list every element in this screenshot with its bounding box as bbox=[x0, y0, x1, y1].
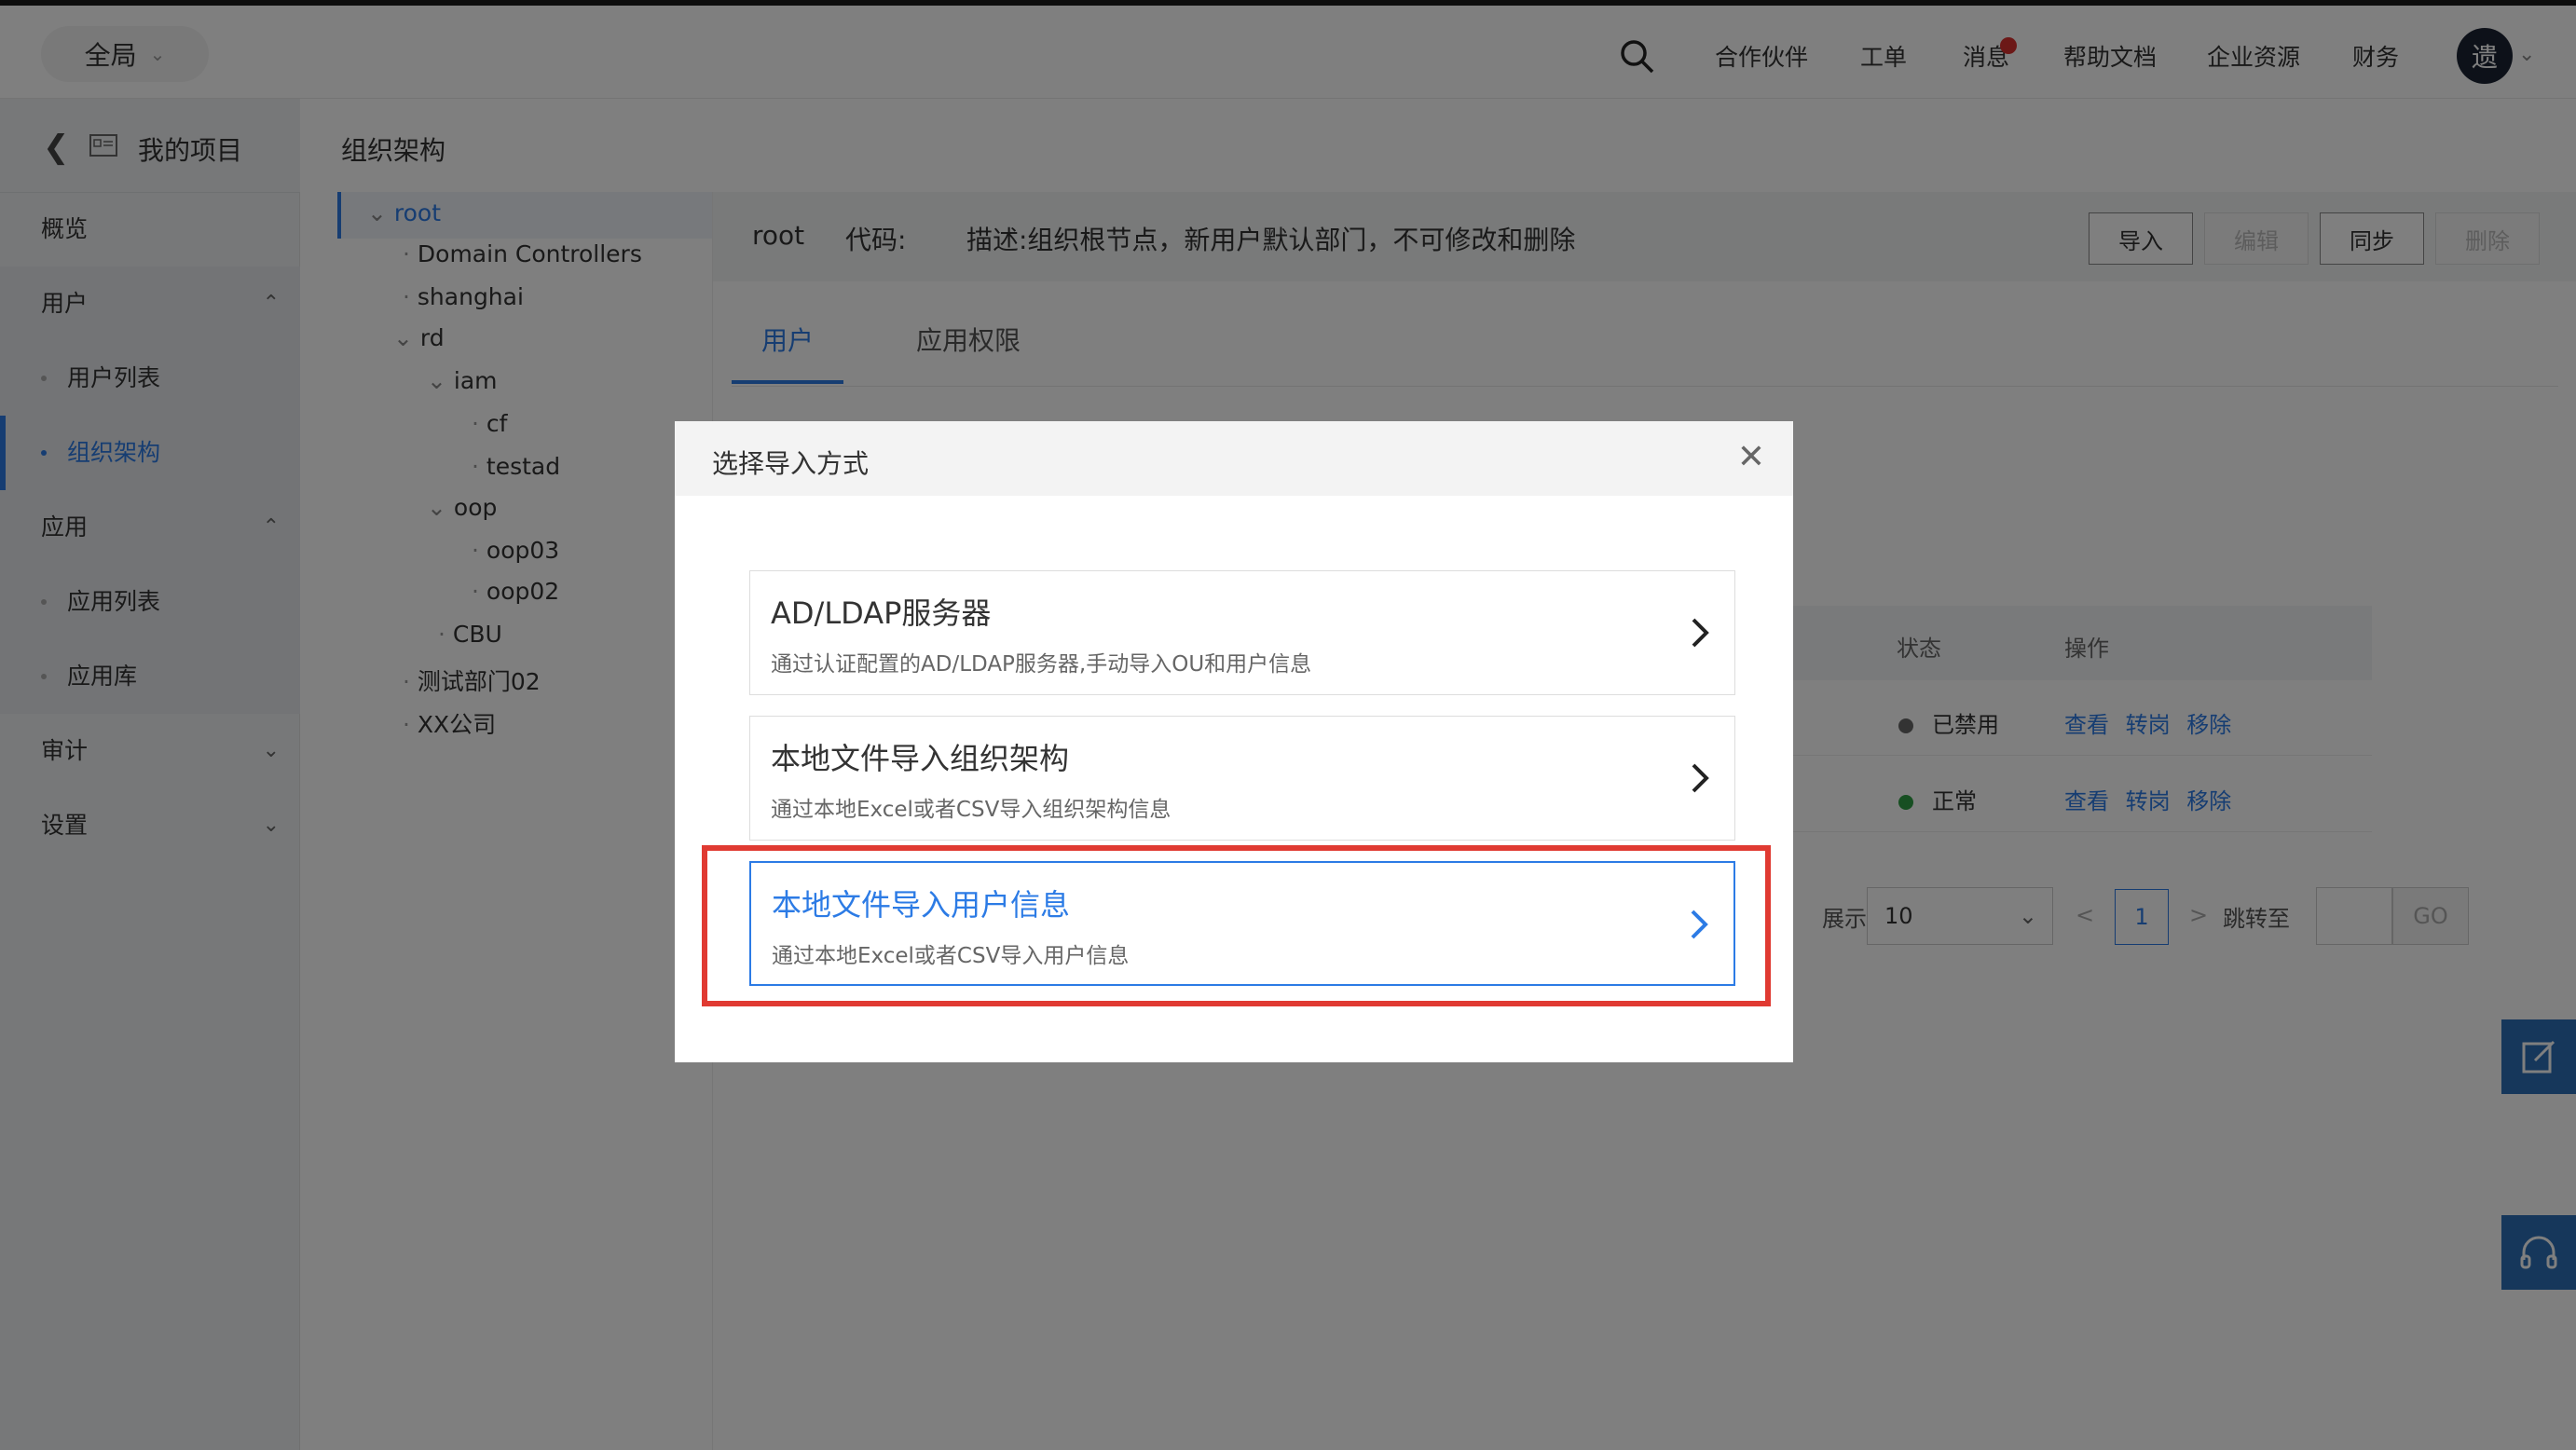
close-icon[interactable]: ✕ bbox=[1737, 438, 1765, 476]
dialog-header: 选择导入方式 ✕ bbox=[675, 421, 1793, 496]
annotation-highlight-box bbox=[702, 845, 1771, 1006]
chevron-right-icon bbox=[1692, 763, 1709, 793]
option-title: AD/LDAP服务器 bbox=[771, 595, 992, 631]
option-title: 本地文件导入组织架构 bbox=[771, 741, 1070, 776]
option-ad-ldap[interactable]: AD/LDAP服务器 通过认证配置的AD/LDAP服务器,手动导入OU和用户信息 bbox=[749, 570, 1735, 695]
option-description: 通过认证配置的AD/LDAP服务器,手动导入OU和用户信息 bbox=[771, 652, 1312, 677]
dialog-title: 选择导入方式 bbox=[712, 448, 870, 479]
app-frame: 全局 ⌄ 合作伙伴 工单 消息 帮助文档 企业资源 财务 遗 ⌄ ❮ 我的项目 … bbox=[0, 0, 2576, 1450]
option-file-org-structure[interactable]: 本地文件导入组织架构 通过本地Excel或者CSV导入组织架构信息 bbox=[749, 716, 1735, 841]
chevron-right-icon bbox=[1692, 618, 1709, 648]
option-description: 通过本地Excel或者CSV导入组织架构信息 bbox=[771, 798, 1172, 822]
